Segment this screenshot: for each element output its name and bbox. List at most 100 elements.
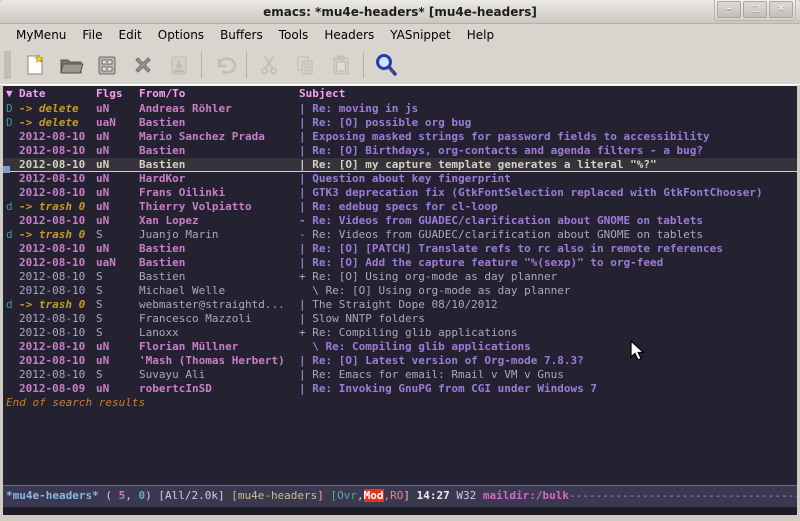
message-row[interactable]: 2012-08-10SBastien+ Re: [O] Using org-mo… — [3, 270, 797, 284]
modeline-segment: *mu4e-headers* — [6, 489, 99, 502]
mark-flag: d — [3, 298, 19, 312]
message-flags: uN — [96, 340, 139, 354]
headers-column-row[interactable]: ▼ Date Flgs From/To Subject — [3, 86, 797, 102]
menu-item-headers[interactable]: Headers — [316, 25, 382, 45]
message-row[interactable]: 2012-08-10uNBastien| Re: [O] [PATCH] Tra… — [3, 242, 797, 256]
message-from: Lanoxx — [139, 326, 299, 340]
message-row[interactable]: 2012-08-10uaNBastien| Re: [O] Add the ca… — [3, 256, 797, 270]
message-flags: S — [96, 312, 139, 326]
message-row[interactable]: D-> deleteuaNBastien| Re: [O] possible o… — [3, 116, 797, 130]
modeline-segment: ( — [99, 489, 119, 502]
message-date: 2012-08-10 — [19, 354, 96, 368]
mark-flag: D — [3, 116, 19, 130]
paste-icon[interactable] — [323, 50, 359, 80]
menu-item-tools[interactable]: Tools — [271, 25, 317, 45]
modeline-segment: Ovr — [337, 489, 357, 502]
message-row[interactable]: 2012-08-09uNrobertcInSD| Re: Invoking Gn… — [3, 382, 797, 396]
sort-direction-icon[interactable]: ▼ — [3, 86, 19, 102]
column-flags[interactable]: Flgs — [96, 86, 139, 102]
message-row[interactable]: 2012-08-10SSuvayu Ali| Re: Emacs for ema… — [3, 368, 797, 382]
message-row[interactable]: d-> trash 0Swebmaster@straightd...| The … — [3, 298, 797, 312]
message-from: Florian Müllner — [139, 340, 299, 354]
message-row[interactable]: 2012-08-10uNBastien| Re: [O] my capture … — [3, 158, 797, 172]
message-flags: uN — [96, 186, 139, 200]
message-from: Francesco Mazzoli — [139, 312, 299, 326]
message-row[interactable]: d-> trash 0uNThierry Volpiatto| Re: edeb… — [3, 200, 797, 214]
modeline-segment: [mu4e-headers] — [231, 489, 330, 502]
title-bar[interactable]: emacs: *mu4e-headers* [mu4e-headers] – □… — [0, 0, 800, 24]
modeline-segment: W32 — [456, 489, 483, 502]
column-date[interactable]: Date — [19, 86, 96, 102]
save-icon[interactable] — [89, 50, 125, 80]
close-button[interactable]: ✕ — [769, 1, 793, 18]
message-date: 2012-08-10 — [19, 256, 96, 270]
undo-icon[interactable] — [206, 50, 242, 80]
save-as-icon[interactable] — [161, 50, 197, 80]
message-from: Bastien — [139, 116, 299, 130]
mark-flag — [3, 242, 19, 256]
mark-flag: D — [3, 102, 19, 116]
message-row[interactable]: 2012-08-10uN'Mash (Thomas Herbert)| Re: … — [3, 354, 797, 368]
fringe-cursor — [3, 166, 10, 173]
modeline-segment: , — [125, 489, 138, 502]
end-of-search-results: End of search results — [3, 396, 797, 410]
column-from[interactable]: From/To — [139, 86, 299, 102]
menu-item-mymenu[interactable]: MyMenu — [8, 25, 74, 45]
mark-flag — [3, 214, 19, 228]
message-row[interactable]: 2012-08-10uNMario Sanchez Prada| Exposin… — [3, 130, 797, 144]
message-row[interactable]: 2012-08-10uNHardKor| Question about key … — [3, 172, 797, 186]
message-date: 2012-08-10 — [19, 312, 96, 326]
search-icon[interactable] — [368, 50, 404, 80]
message-row[interactable]: 2012-08-10uNBastien| Re: [O] Birthdays, … — [3, 144, 797, 158]
column-subject[interactable]: Subject — [299, 86, 797, 102]
message-from: Thierry Volpiatto — [139, 200, 299, 214]
message-row[interactable]: 2012-08-10SFrancesco Mazzoli| Slow NNTP … — [3, 312, 797, 326]
message-row[interactable]: D-> deleteuNAndreas Röhler| Re: moving i… — [3, 102, 797, 116]
mark-flag — [3, 354, 19, 368]
mark-flag — [3, 340, 19, 354]
cut-icon[interactable] — [251, 50, 287, 80]
message-from: Bastien — [139, 270, 299, 284]
message-date: 2012-08-10 — [19, 242, 96, 256]
mark-flag: d — [3, 200, 19, 214]
mu4e-headers-buffer[interactable]: ▼ Date Flgs From/To Subject D-> deleteuN… — [3, 85, 797, 485]
menu-item-options[interactable]: Options — [150, 25, 212, 45]
message-row[interactable]: d-> trash 0SJuanjo Marin- Re: Videos fro… — [3, 228, 797, 242]
new-file-icon[interactable] — [17, 50, 53, 80]
message-from: Bastien — [139, 144, 299, 158]
message-row[interactable]: 2012-08-10uNFrans Oilinki| GTK3 deprecat… — [3, 186, 797, 200]
menu-item-buffers[interactable]: Buffers — [212, 25, 271, 45]
message-from: Michael Welle — [139, 284, 299, 298]
message-list: D-> deleteuNAndreas Röhler| Re: moving i… — [3, 102, 797, 396]
message-row[interactable]: 2012-08-10uNXan Lopez- Re: Videos from G… — [3, 214, 797, 228]
close-buffer-icon[interactable] — [125, 50, 161, 80]
menu-item-file[interactable]: File — [74, 25, 110, 45]
menu-item-edit[interactable]: Edit — [111, 25, 150, 45]
message-from: Bastien — [139, 242, 299, 256]
mode-line[interactable]: *mu4e-headers* ( 5, 0) [All/2.0k] [mu4e-… — [3, 485, 797, 507]
minimize-button[interactable]: – — [717, 1, 741, 18]
message-from: Mario Sanchez Prada — [139, 130, 299, 144]
modeline-segment: ] — [403, 489, 416, 502]
message-date: 2012-08-10 — [19, 326, 96, 340]
modeline-segment: [All/2.0k] — [158, 489, 231, 502]
copy-icon[interactable] — [287, 50, 323, 80]
mark-flag — [3, 382, 19, 396]
toolbar-grip[interactable] — [4, 51, 11, 79]
message-row[interactable]: 2012-08-10SMichael Welle \ Re: [O] Using… — [3, 284, 797, 298]
message-row[interactable]: 2012-08-10SLanoxx+ Re: Compiling glib ap… — [3, 326, 797, 340]
mark-flag — [3, 172, 19, 186]
modeline-segment: RO — [390, 489, 403, 502]
message-flags: uN — [96, 144, 139, 158]
modeline-segment: , — [357, 489, 364, 502]
menu-item-yasnippet[interactable]: YASnippet — [382, 25, 459, 45]
menu-item-help[interactable]: Help — [459, 25, 502, 45]
message-from: Xan Lopez — [139, 214, 299, 228]
open-folder-icon[interactable] — [53, 50, 89, 80]
message-subject: | Re: moving in js — [299, 102, 797, 116]
maximize-button[interactable]: □ — [743, 1, 767, 18]
message-flags: S — [96, 270, 139, 284]
echo-area[interactable] — [3, 507, 797, 515]
message-subject: | Re: Invoking GnuPG from CGI under Wind… — [299, 382, 797, 396]
message-row[interactable]: 2012-08-10uNFlorian Müllner \ Re: Compil… — [3, 340, 797, 354]
